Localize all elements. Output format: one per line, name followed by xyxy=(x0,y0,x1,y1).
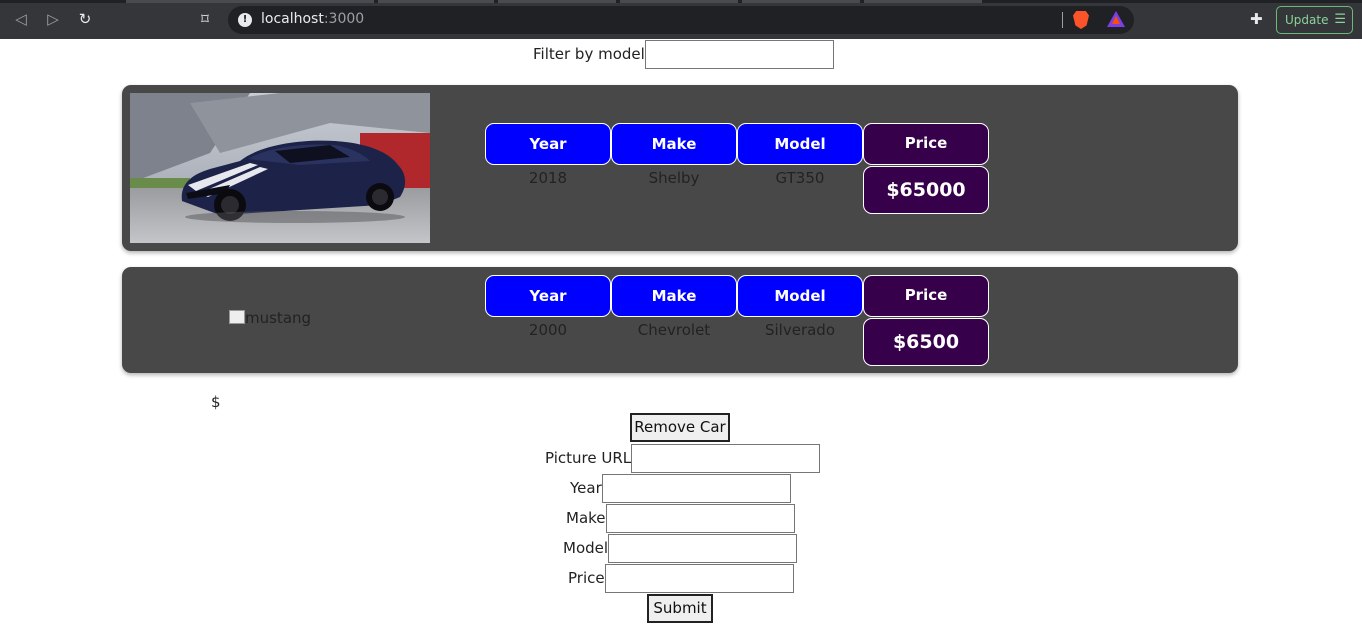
price-column: Price $65000 xyxy=(863,123,989,214)
back-icon[interactable]: ◁ xyxy=(11,9,31,29)
car-card: mustang Year 2000 Make Chevrolet Model S… xyxy=(122,267,1238,373)
price-label: Price xyxy=(568,569,605,587)
car-card: Year 2018 Make Shelby Model GT350 Price … xyxy=(122,85,1238,251)
car-image xyxy=(130,93,430,243)
reload-icon[interactable]: ↻ xyxy=(75,9,95,29)
make-column: Make Shelby xyxy=(611,123,737,187)
year-input[interactable] xyxy=(601,473,791,503)
price-header: Price xyxy=(863,275,989,317)
brave-shields-icon[interactable] xyxy=(1073,11,1089,29)
make-row: Make xyxy=(566,503,795,533)
year-header: Year xyxy=(485,275,611,317)
make-value: Shelby xyxy=(648,169,700,187)
year-label: Year xyxy=(570,479,602,497)
submit-button[interactable]: Submit xyxy=(647,594,713,623)
extensions-icon[interactable]: ✚ xyxy=(1250,11,1266,27)
tab-strip xyxy=(0,0,1362,3)
price-value: $65000 xyxy=(863,166,989,214)
year-column: Year 2000 xyxy=(485,275,611,339)
year-row: Year xyxy=(570,473,791,503)
browser-toolbar: ◁ ▷ ↻ ⌑ ! localhost:3000 ✚ Update ☰ xyxy=(0,0,1362,39)
info-icon[interactable]: ! xyxy=(238,13,252,27)
car-image-broken: mustang xyxy=(229,309,311,327)
model-value: GT350 xyxy=(775,169,825,187)
model-row: Model xyxy=(563,533,798,563)
year-value: 2018 xyxy=(528,169,568,187)
address-bar[interactable]: ! localhost:3000 xyxy=(228,6,1134,34)
price-value: $6500 xyxy=(863,318,989,366)
forward-icon[interactable]: ▷ xyxy=(43,9,63,29)
make-header: Make xyxy=(611,275,737,317)
price-input[interactable] xyxy=(604,563,794,593)
model-input[interactable] xyxy=(608,533,798,563)
filter-row: Filter by model xyxy=(533,40,834,69)
price-column: Price $6500 xyxy=(863,275,989,366)
make-label: Make xyxy=(566,509,606,527)
picture-url-input[interactable] xyxy=(631,443,821,473)
year-header: Year xyxy=(485,123,611,165)
price-header: Price xyxy=(863,123,989,165)
brave-rewards-icon[interactable] xyxy=(1107,11,1125,27)
year-column: Year 2018 xyxy=(485,123,611,187)
filter-input[interactable] xyxy=(644,40,834,69)
model-label: Model xyxy=(563,539,609,557)
make-column: Make Chevrolet xyxy=(611,275,737,339)
divider xyxy=(1062,12,1063,28)
picture-url-row: Picture URL xyxy=(545,443,821,473)
stray-text: $ xyxy=(211,393,221,411)
picture-url-label: Picture URL xyxy=(545,449,632,467)
make-header: Make xyxy=(611,123,737,165)
bookmark-icon[interactable]: ⌑ xyxy=(195,9,215,29)
model-header: Model xyxy=(737,123,863,165)
filter-label: Filter by model xyxy=(533,45,645,63)
model-value: Silverado xyxy=(764,321,836,339)
model-column: Model Silverado xyxy=(737,275,863,339)
remove-car-button[interactable]: Remove Car xyxy=(630,413,730,442)
model-header: Model xyxy=(737,275,863,317)
broken-image-icon xyxy=(229,310,245,324)
price-row: Price xyxy=(568,563,794,593)
make-input[interactable] xyxy=(605,503,795,533)
menu-icon: ☰ xyxy=(1334,12,1346,27)
model-column: Model GT350 xyxy=(737,123,863,187)
year-value: 2000 xyxy=(528,321,568,339)
update-button[interactable]: Update ☰ xyxy=(1276,6,1353,34)
url-text: localhost:3000 xyxy=(261,11,365,27)
make-value: Chevrolet xyxy=(637,321,711,339)
